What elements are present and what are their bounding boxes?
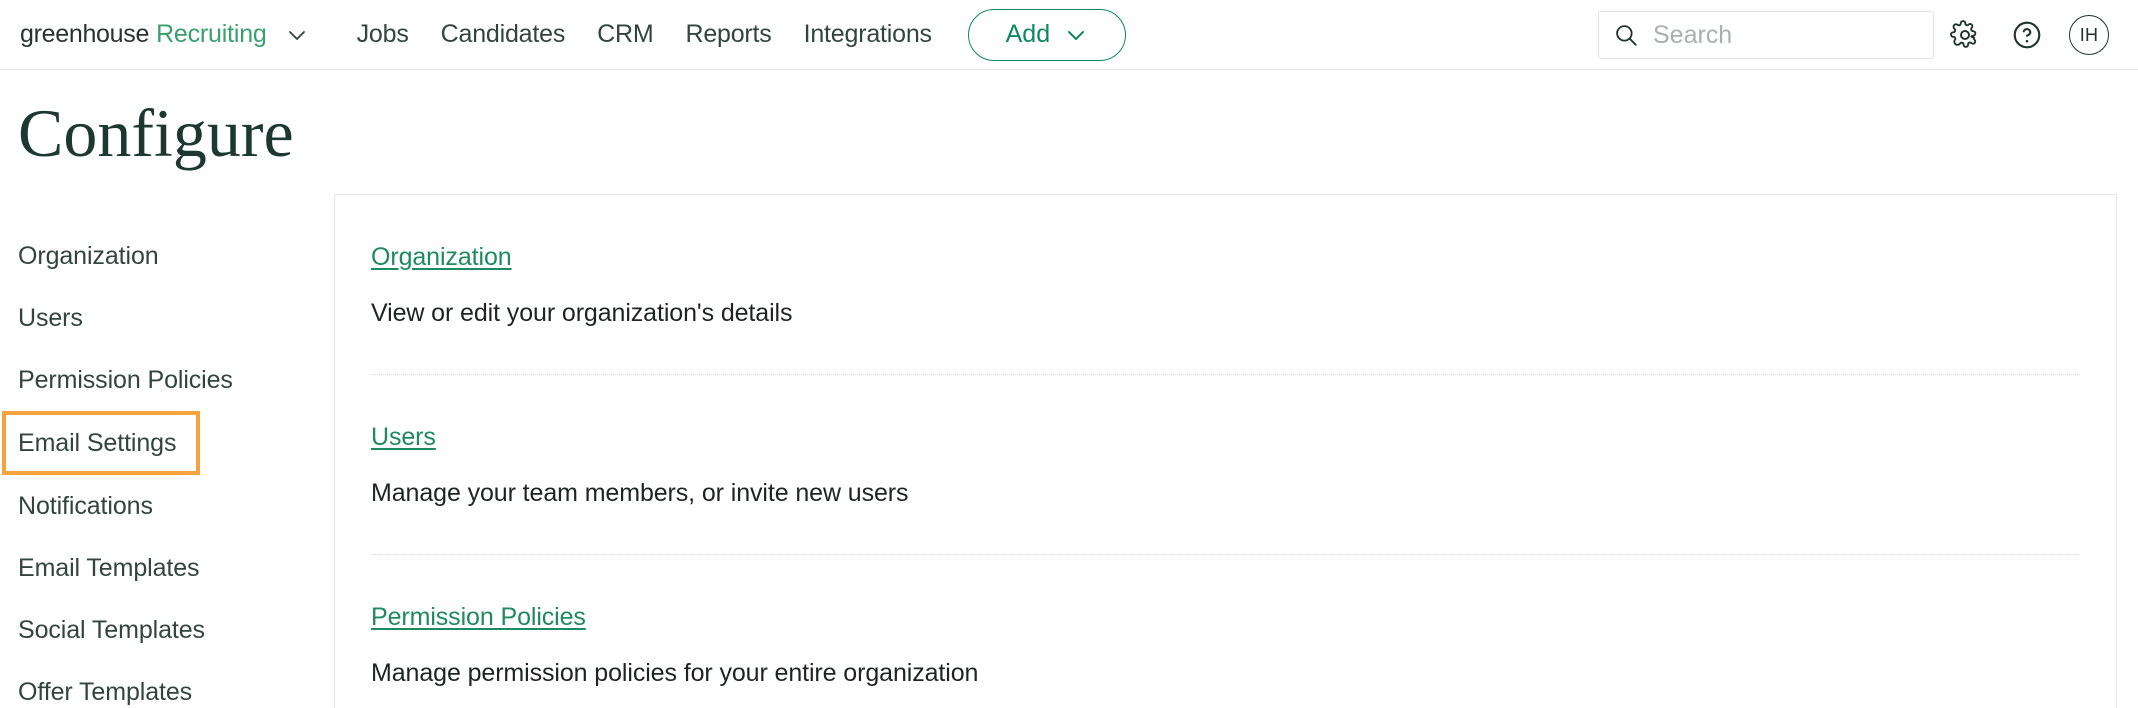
link-permission-policies[interactable]: Permission Policies bbox=[371, 603, 586, 632]
list-item: Organization View or edit your organizat… bbox=[371, 195, 2080, 375]
configure-settings-card: Organization View or edit your organizat… bbox=[334, 194, 2117, 708]
top-nav-right-cluster: IH bbox=[1598, 0, 2120, 70]
add-button[interactable]: Add bbox=[967, 8, 1126, 61]
gear-icon bbox=[1950, 20, 1980, 50]
brand-logo[interactable]: greenhouse Recruiting bbox=[20, 20, 267, 49]
help-button[interactable] bbox=[1996, 0, 2058, 70]
sidebar-item-organization[interactable]: Organization bbox=[0, 225, 334, 287]
description-organization: View or edit your organization's details bbox=[371, 299, 793, 327]
brand-primary-text: greenhouse bbox=[20, 20, 150, 48]
search-input[interactable] bbox=[1653, 20, 1919, 50]
sidebar-item-email-templates[interactable]: Email Templates bbox=[0, 537, 334, 599]
primary-nav: Jobs Candidates CRM Reports Integrations bbox=[357, 20, 932, 49]
link-users[interactable]: Users bbox=[371, 423, 436, 452]
sidebar-item-users[interactable]: Users bbox=[0, 287, 334, 349]
user-avatar-button[interactable]: IH bbox=[2058, 0, 2120, 70]
configure-sidebar: Organization Users Permission Policies E… bbox=[0, 194, 334, 708]
nav-item-candidates[interactable]: Candidates bbox=[441, 20, 566, 49]
sidebar-item-social-templates[interactable]: Social Templates bbox=[0, 599, 334, 661]
list-item: Permission Policies Manage permission po… bbox=[371, 555, 2080, 708]
page-title: Configure bbox=[18, 95, 294, 171]
avatar: IH bbox=[2069, 15, 2109, 55]
chevron-down-icon bbox=[1064, 23, 1088, 47]
description-users: Manage your team members, or invite new … bbox=[371, 479, 909, 507]
top-navigation-bar: greenhouse Recruiting Jobs Candidates CR… bbox=[0, 0, 2138, 70]
nav-item-jobs[interactable]: Jobs bbox=[357, 20, 409, 49]
list-item: Users Manage your team members, or invit… bbox=[371, 375, 2080, 555]
search-icon bbox=[1613, 22, 1639, 48]
nav-item-reports[interactable]: Reports bbox=[685, 20, 771, 49]
nav-item-crm[interactable]: CRM bbox=[597, 20, 654, 49]
brand-secondary-text: Recruiting bbox=[156, 20, 267, 48]
chevron-down-icon[interactable] bbox=[285, 23, 309, 47]
link-organization[interactable]: Organization bbox=[371, 243, 512, 272]
description-permission-policies: Manage permission policies for your enti… bbox=[371, 659, 979, 687]
nav-item-integrations[interactable]: Integrations bbox=[804, 20, 932, 49]
question-circle-icon bbox=[2011, 19, 2043, 51]
search-box[interactable] bbox=[1598, 11, 1934, 59]
sidebar-item-offer-templates[interactable]: Offer Templates bbox=[0, 661, 334, 708]
sidebar-item-email-settings[interactable]: Email Settings bbox=[2, 411, 200, 475]
page-body: Organization Users Permission Policies E… bbox=[0, 194, 2138, 708]
add-button-label: Add bbox=[1005, 20, 1051, 48]
sidebar-item-notifications[interactable]: Notifications bbox=[0, 475, 334, 537]
settings-button[interactable] bbox=[1934, 0, 1996, 70]
sidebar-item-permission-policies[interactable]: Permission Policies bbox=[0, 349, 334, 411]
